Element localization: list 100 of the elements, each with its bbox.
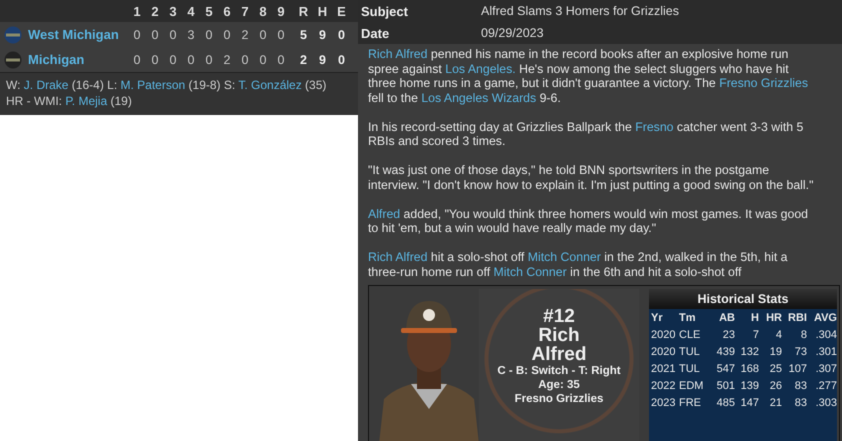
stats-cell-text: 2020 — [651, 346, 676, 358]
link[interactable]: J. Drake — [24, 78, 68, 92]
stats-cell-text: 83 — [794, 396, 807, 408]
inning-score: 0 — [168, 28, 178, 42]
total-score: 0 — [337, 52, 346, 66]
column-header: 1 — [132, 4, 142, 18]
link[interactable]: T. González — [238, 78, 302, 92]
team-logo-icon — [4, 50, 22, 68]
stats-header: AVG — [812, 312, 837, 324]
game-summary-line: HR - WMI: P. Mejia (19) — [6, 93, 133, 109]
article-paragraph: Rich Alfred penned his name in the record books after an explosive home run spree against Los Angeles. He's now among the select sluggers who have hit three home runs in a game, but it didn't guarantee a victory. The Fresno Grizzlies fell to the Los Angeles Wizards 9-6. — [368, 47, 810, 105]
column-header: 6 — [222, 4, 232, 18]
stats-cell-text: FRE — [679, 396, 702, 408]
column-header: 8 — [258, 4, 268, 18]
article-paragraph: Rich Alfred hit a solo-shot off Mitch Conner in the 2nd, walked in the 5th, hit a three-run home run off Mitch Conner in the 6th and hit a solo-shot off — [368, 250, 789, 279]
inning-score: 0 — [204, 52, 214, 66]
player-last-name: Alfred — [532, 345, 586, 364]
stats-header: H — [750, 312, 759, 324]
stats-cell-text: 132 — [740, 346, 759, 358]
stats-cell-text: 8 — [800, 328, 807, 340]
inning-score: 0 — [168, 52, 178, 66]
field-label: Subject — [361, 4, 409, 18]
link[interactable]: P. Mejia — [65, 94, 108, 108]
column-header: R — [298, 4, 310, 18]
stats-header: HR — [765, 312, 782, 324]
inning-score: 0 — [222, 28, 232, 42]
inning-score: 0 — [132, 52, 142, 66]
column-header: H — [316, 4, 328, 18]
stats-cell-text: 83 — [794, 380, 807, 392]
link[interactable]: Fresno — [635, 120, 674, 134]
stats-cell-text: 73 — [794, 346, 807, 358]
link[interactable]: M. Paterson — [120, 78, 186, 92]
field-label: Date — [361, 26, 390, 40]
stats-cell-text: EDM — [679, 380, 704, 392]
stats-cell-text: .301 — [814, 346, 837, 358]
stats-cell-text: 21 — [768, 396, 782, 408]
inning-score: 3 — [186, 28, 196, 42]
link[interactable]: Los Angeles. — [445, 62, 516, 76]
link[interactable]: Mitch Conner — [528, 250, 601, 264]
stats-title: Historical Stats — [649, 289, 837, 309]
total-score: 5 — [299, 28, 308, 42]
stats-cell-text: 168 — [740, 362, 759, 374]
inning-score: 0 — [150, 28, 160, 42]
link[interactable]: Rich Alfred — [368, 250, 428, 264]
stats-cell-text: 439 — [716, 346, 735, 358]
column-header: 3 — [168, 4, 178, 18]
stats-cell-text: 107 — [788, 362, 807, 374]
stats-cell-text: .304 — [814, 328, 837, 340]
link[interactable]: Rich Alfred — [368, 47, 428, 61]
team-name[interactable]: West Michigan — [28, 27, 119, 42]
inning-score: 2 — [222, 52, 232, 66]
column-header: 9 — [276, 4, 286, 18]
article-paragraph: In his record-setting day at Grizzlies Ballpark the Fresno catcher went 3-3 with 5 RBIs and scored 3 times. — [368, 120, 804, 148]
inning-score: 0 — [276, 52, 286, 66]
player-number: #12 — [543, 307, 575, 326]
column-header: 4 — [186, 4, 196, 18]
player-first-name: Rich — [538, 326, 580, 345]
total-score: 0 — [337, 28, 346, 42]
player-detail: C - B: Switch - T: Right — [497, 364, 621, 378]
inning-score: 0 — [240, 52, 250, 66]
stats-cell-text: .307 — [814, 362, 837, 374]
game-summary-line: W: J. Drake (16-4) L: M. Paterson (19-8) S: T. González (35) — [6, 77, 328, 93]
stats-cell-text: 4 — [774, 328, 782, 340]
inning-score: 0 — [204, 28, 214, 42]
stats-cell-text: TUL — [679, 362, 701, 374]
stats-cell-text: 2023 — [651, 396, 676, 408]
link[interactable]: Mitch Conner — [494, 264, 567, 278]
stats-cell-text: 25 — [768, 362, 782, 374]
stats-header: Tm — [679, 312, 696, 324]
field-value: Alfred Slams 3 Homers for Grizzlies — [481, 4, 679, 18]
team-name[interactable]: Michigan — [28, 52, 84, 67]
link[interactable]: Los Angeles Wizards — [421, 90, 536, 104]
stats-cell-text: CLE — [679, 328, 702, 340]
inning-score: 0 — [258, 52, 268, 66]
stats-cell-text: 7 — [752, 328, 759, 340]
total-score: 9 — [318, 52, 327, 66]
column-header: E — [336, 4, 347, 18]
stats-cell-text: .303 — [814, 396, 837, 408]
stats-cell-text: 2020 — [651, 328, 676, 340]
stats-cell-text: 501 — [716, 380, 735, 392]
column-header: 7 — [240, 4, 250, 18]
total-score: 9 — [318, 28, 327, 42]
stats-header: AB — [718, 312, 735, 324]
inning-score: 0 — [186, 52, 196, 66]
inning-score: 0 — [132, 28, 142, 42]
stats-cell-text: TUL — [679, 346, 701, 358]
stats-cell-text: 2021 — [651, 362, 676, 374]
inning-score: 0 — [258, 28, 268, 42]
stats-header: RBI — [787, 312, 807, 324]
article-paragraph: Alfred added, "You would think three homers would win most games. It was good to hit 'em, but a win would have really made my day." — [368, 206, 810, 236]
inning-score: 2 — [240, 28, 250, 42]
field-value: 09/29/2023 — [481, 26, 544, 40]
link[interactable]: Fresno Grizzlies — [719, 76, 808, 90]
team-logo-icon — [4, 26, 22, 44]
link[interactable]: Alfred — [368, 206, 400, 220]
article-paragraph: "It was just one of those days," he told BNN sportswriters in the postgame interview. "I don't know how to explain it. I'm just putting a good swing on the ball." — [368, 163, 814, 192]
stats-header: Yr — [651, 312, 664, 324]
stats-cell-text: 147 — [740, 396, 759, 408]
stats-cell-text: 2022 — [651, 380, 676, 392]
total-score: 2 — [299, 52, 308, 66]
